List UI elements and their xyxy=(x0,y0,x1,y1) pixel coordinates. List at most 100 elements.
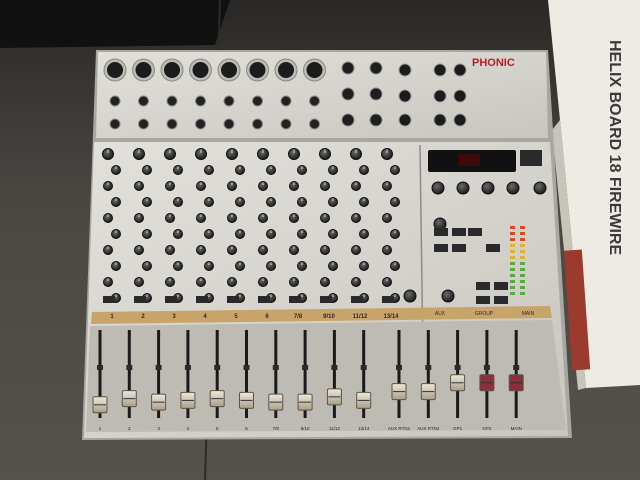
stereo-jack xyxy=(341,113,355,127)
meter-led xyxy=(510,292,515,295)
meter-led xyxy=(510,238,515,241)
master-knob xyxy=(441,289,455,303)
output-jack xyxy=(398,113,412,127)
stereo-jack xyxy=(341,61,355,75)
master-knob xyxy=(533,181,547,195)
meter-led xyxy=(520,256,525,259)
line-jack xyxy=(166,95,178,107)
fader-label: AUX RTN2 xyxy=(417,426,440,431)
output-jack xyxy=(433,89,447,103)
line-jack xyxy=(252,95,263,107)
master-knob xyxy=(403,289,417,303)
stereo-jack xyxy=(341,87,355,101)
channel-button xyxy=(351,296,363,303)
meter-led xyxy=(520,244,525,247)
insert-jack xyxy=(309,118,320,130)
output-jack xyxy=(453,63,467,77)
master-knob xyxy=(456,181,470,195)
fader-slot xyxy=(485,330,489,418)
meter-led xyxy=(520,238,525,241)
output-jack xyxy=(398,63,412,77)
insert-jack xyxy=(166,118,178,130)
dark-object-top-left xyxy=(0,0,230,48)
channel-button xyxy=(134,296,146,303)
stereo-jack xyxy=(369,113,383,127)
pfl-button xyxy=(483,365,490,370)
output-jack xyxy=(433,63,447,77)
master-button xyxy=(468,228,482,236)
meter-led xyxy=(520,286,525,289)
master-button xyxy=(434,228,448,236)
channel-button xyxy=(227,296,239,303)
output-jack xyxy=(433,113,447,127)
fader-label: MAIN xyxy=(511,426,522,431)
strip-label: 9/10 xyxy=(323,314,335,320)
master-button xyxy=(452,228,466,236)
xlr-jack xyxy=(221,62,237,78)
fader-label: GP2 xyxy=(482,426,492,431)
insert-jack xyxy=(138,118,149,130)
channel-button xyxy=(382,296,394,303)
mixer-photo-scene: HELIX BOARD 18 FIREWIRE PHONIC 1 2 3 4 5 6 7/8… xyxy=(0,0,640,480)
insert-jack xyxy=(109,118,121,130)
fader-label: GP1 xyxy=(453,426,463,431)
channel-button xyxy=(320,296,332,303)
channel-button xyxy=(258,296,270,303)
master-button xyxy=(494,296,508,304)
xlr-jack xyxy=(306,62,323,78)
meter-led xyxy=(520,268,525,271)
fader-label: 13/14 xyxy=(358,426,370,431)
meter-led xyxy=(510,286,515,289)
master-button xyxy=(486,244,500,252)
section-label: AUX xyxy=(435,311,446,317)
fader-label: 7/8 xyxy=(273,426,280,431)
pfl-button xyxy=(243,365,250,370)
pfl-button xyxy=(272,365,279,370)
channel-button xyxy=(103,296,115,303)
meter-led xyxy=(520,292,525,295)
master-knob xyxy=(506,181,520,195)
insert-jack xyxy=(252,118,263,130)
master-knob xyxy=(481,181,495,195)
master-button xyxy=(434,244,448,252)
meter-led xyxy=(510,274,515,277)
fader-label: 11/12 xyxy=(329,426,340,431)
meter-led xyxy=(510,268,515,271)
strip-label: 13/14 xyxy=(383,314,399,320)
pfl-button xyxy=(454,365,461,370)
meter-led xyxy=(520,280,525,283)
pfl-button xyxy=(425,365,432,370)
stereo-jack xyxy=(369,87,383,101)
xlr-jack xyxy=(164,62,180,78)
insert-jack xyxy=(280,118,292,130)
master-button xyxy=(476,282,490,290)
meter-led xyxy=(520,232,525,235)
master-knob xyxy=(431,181,445,195)
meter-led xyxy=(520,250,525,253)
line-jack xyxy=(280,95,292,107)
pfl-button xyxy=(396,365,402,370)
fader-slot xyxy=(514,330,518,418)
fader-slot xyxy=(397,330,401,418)
line-jack xyxy=(109,95,121,107)
channel-button xyxy=(289,296,301,303)
fader-slot xyxy=(456,330,460,418)
pfl-button xyxy=(513,365,520,370)
pfl-button xyxy=(331,365,338,370)
pfl-button xyxy=(126,365,133,370)
xlr-jack xyxy=(249,62,266,78)
stereo-jack xyxy=(369,61,383,75)
strip-label: 7/8 xyxy=(294,314,303,320)
pfl-button xyxy=(97,365,103,370)
meter-led xyxy=(510,262,515,265)
brand-logo: PHONIC xyxy=(472,57,515,69)
insert-jack xyxy=(223,118,235,130)
fader-label: AUX RTN1 xyxy=(388,426,411,431)
xlr-jack xyxy=(107,62,123,78)
insert-jack xyxy=(195,118,206,130)
meter-led xyxy=(510,250,515,253)
section-label: MAIN xyxy=(522,311,535,317)
line-jack xyxy=(138,95,149,107)
xlr-jack xyxy=(192,62,209,78)
fader-label: 9/10 xyxy=(301,426,310,431)
